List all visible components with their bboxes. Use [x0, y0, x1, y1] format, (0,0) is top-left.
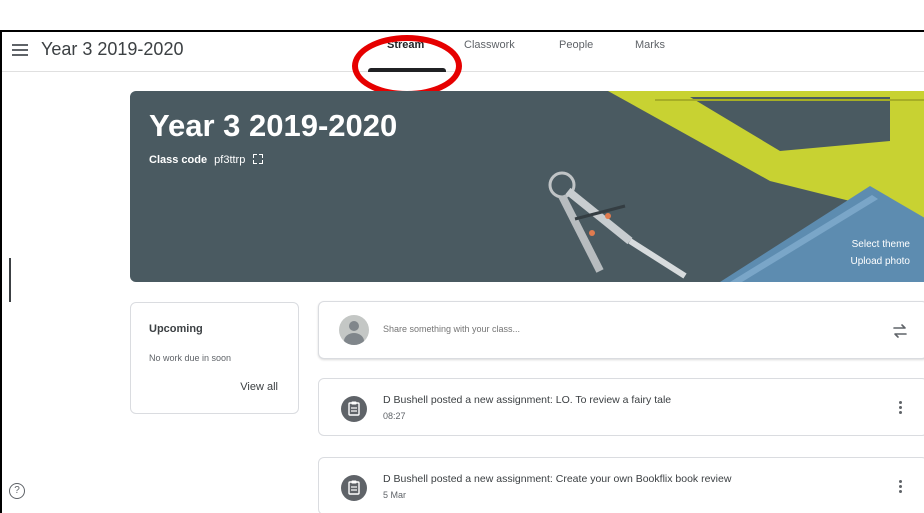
upcoming-title: Upcoming	[149, 323, 203, 335]
share-box[interactable]	[318, 301, 924, 359]
post-time: 08:27	[383, 411, 406, 421]
class-code-row: Class code pf3ttrp	[149, 154, 264, 166]
more-options-icon[interactable]	[893, 399, 907, 417]
stream-post[interactable]: D Bushell posted a new assignment: LO. T…	[318, 378, 924, 436]
upload-photo-link[interactable]: Upload photo	[851, 256, 911, 267]
upcoming-card: Upcoming No work due in soon View all	[130, 302, 299, 414]
tab-marks[interactable]: Marks	[635, 39, 665, 51]
tab-people[interactable]: People	[559, 39, 593, 51]
side-panel-handle[interactable]	[9, 258, 11, 302]
active-tab-indicator	[368, 68, 446, 72]
tab-bar: Stream Classwork People Marks	[2, 32, 924, 72]
tab-classwork[interactable]: Classwork	[464, 39, 515, 51]
stream-post[interactable]: D Bushell posted a new assignment: Creat…	[318, 457, 924, 513]
caption-strip	[0, 0, 924, 30]
repost-icon[interactable]	[891, 322, 909, 340]
class-code-value: pf3ttrp	[214, 154, 246, 166]
banner-class-title: Year 3 2019-2020	[149, 108, 398, 143]
view-all-link[interactable]: View all	[240, 381, 278, 393]
more-options-icon[interactable]	[893, 478, 907, 496]
frame-left-border	[0, 30, 2, 513]
tab-stream[interactable]: Stream	[387, 39, 424, 51]
assignment-icon	[341, 396, 367, 422]
class-code-label: Class code	[149, 154, 208, 166]
class-banner: Year 3 2019-2020 Class code pf3ttrp Sele…	[130, 91, 924, 282]
post-text[interactable]: D Bushell posted a new assignment: LO. T…	[383, 394, 671, 406]
post-time: 5 Mar	[383, 490, 407, 500]
fullscreen-icon[interactable]	[253, 154, 264, 164]
upcoming-empty-text: No work due in soon	[149, 353, 232, 363]
assignment-icon	[341, 475, 367, 501]
help-icon[interactable]: ?	[9, 483, 25, 499]
share-input[interactable]	[383, 324, 683, 334]
user-avatar	[339, 315, 369, 345]
select-theme-link[interactable]: Select theme	[852, 239, 910, 250]
class-header: Year 3 2019-2020 Stream Classwork People…	[2, 32, 924, 97]
post-text[interactable]: D Bushell posted a new assignment: Creat…	[383, 473, 731, 485]
